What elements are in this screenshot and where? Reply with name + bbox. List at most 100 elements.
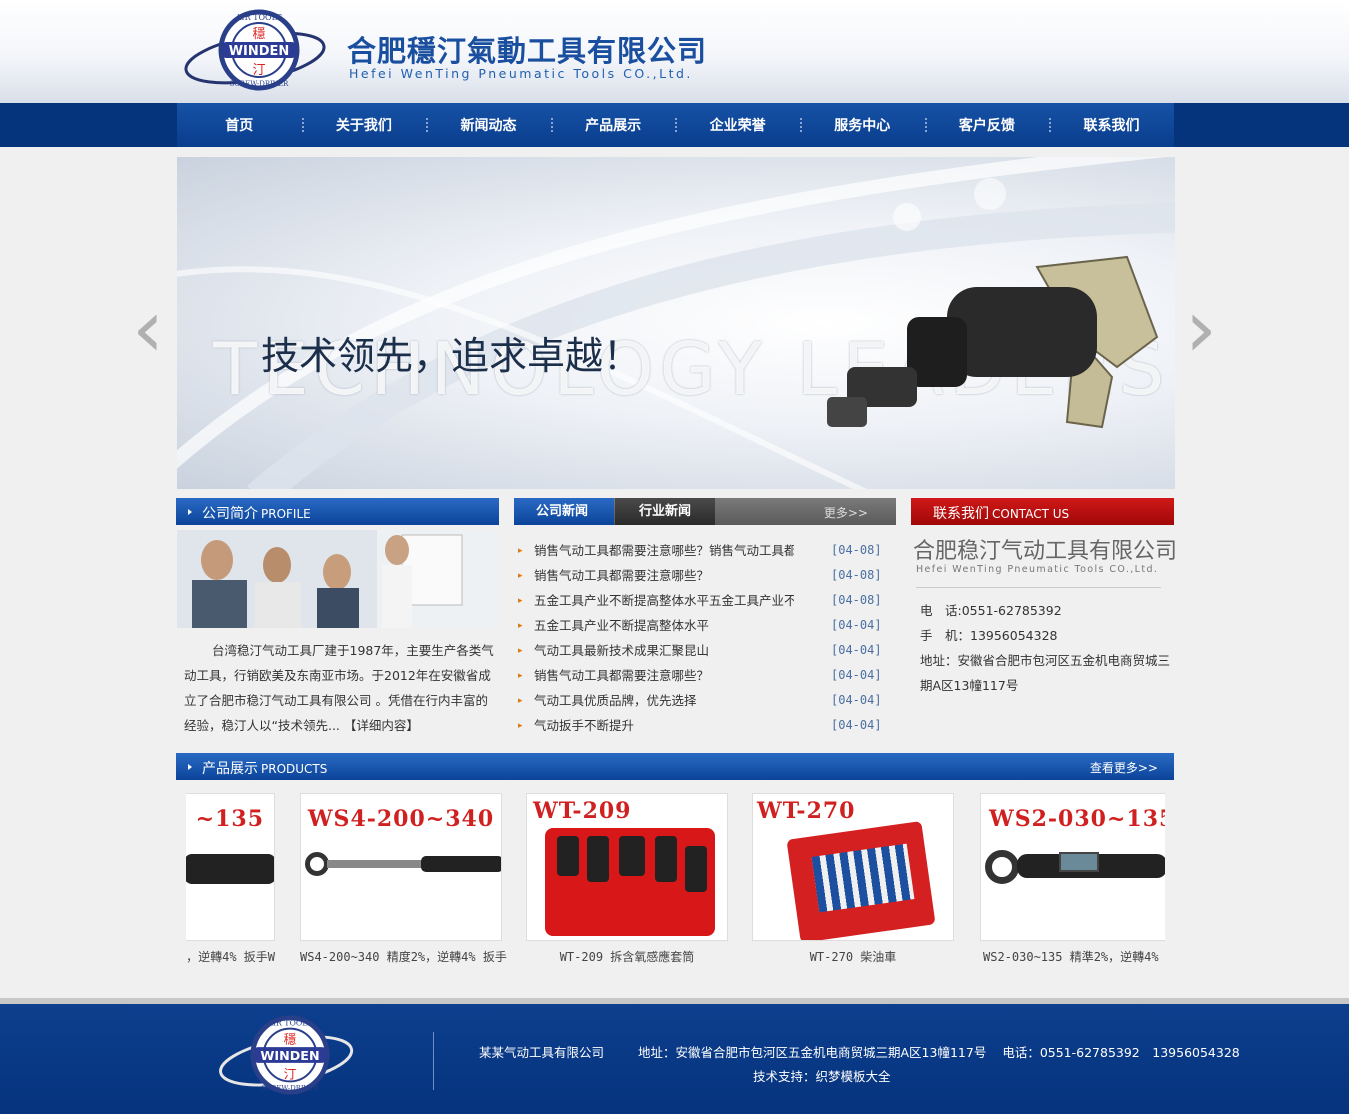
company-logo[interactable]: WINDEN 穩 汀 AIR TOOLS SCREW-DRIVER [183,6,335,94]
profile-text: 台湾稳汀气动工具厂建于1987年，主要生产各类气动工具，行销欧美及东南亚市场。于… [184,638,494,738]
wrench-handle-shape [421,856,501,872]
nav-item-products[interactable]: 产品展示 [550,103,676,147]
footer-support[interactable]: 技术支持：织梦模板大全 [753,1066,891,1085]
news-title[interactable]: 气动工具优质品牌，优先选择 [534,688,794,713]
news-item[interactable]: ▸ 气动工具最新技术成果汇聚昆山 [04-04] [518,638,882,663]
hero-banner[interactable]: TECHNOLOGY LEADERSHIP PURSUIT 技术领先，追求卓越！ [177,157,1175,489]
product-image[interactable]: WT-209 [526,793,728,941]
product-card[interactable]: WT-270 WT-270 柴油車 [752,793,954,965]
socket-shape [587,836,609,882]
news-item[interactable]: ▸ 气动扳手不断提升 [04-04] [518,713,882,738]
profile-more-link[interactable]: 【详细内容】 [344,718,419,733]
profile-summary: 台湾稳汀气动工具厂建于1987年，主要生产各类气动工具，行销欧美及东南亚市场。于… [184,643,494,733]
socket-shape [557,836,579,876]
product-card[interactable]: ~135 ，逆轉4% 扳手W [186,793,275,965]
nav-item-about[interactable]: 关于我们 [301,103,427,147]
svg-text:AIR TOOLS: AIR TOOLS [235,13,283,22]
site-footer: WINDEN 穩 汀 AIR TOOLS SCREW-DRIVER 某某气动工具… [0,1004,1349,1114]
socket-shape [619,836,645,876]
news-title[interactable]: 气动工具最新技术成果汇聚昆山 [534,638,794,663]
company-name-en: Hefei WenTing Pneumatic Tools CO.,Ltd. [349,66,693,81]
office-meeting-illustration [177,530,499,628]
contact-phone: 电 话:0551-62785392 [920,603,1062,618]
nav-item-news[interactable]: 新闻动态 [426,103,551,147]
news-title[interactable]: 销售气动工具都需要注意哪些？ [534,663,794,688]
product-caption[interactable]: WT-270 柴油車 [752,948,954,965]
nav-item-home[interactable]: 首页 [177,103,302,147]
site-header: WINDEN 穩 汀 AIR TOOLS SCREW-DRIVER 合肥穩汀氣動… [0,0,1349,103]
banner-next-arrow[interactable]: › [1183,289,1219,369]
footer-logo[interactable]: WINDEN 穩 汀 AIR TOOLS SCREW-DRIVER [214,1012,366,1098]
product-card[interactable]: WS4-200~340 WS4-200~340 精度2%，逆轉4% 扳手 [300,793,507,965]
svg-text:SCREW-DRIVER: SCREW-DRIVER [261,1084,319,1092]
product-caption[interactable]: WS2-030~135 精準2%，逆轉4% 扳手 [980,948,1165,965]
socket-shape [685,846,707,892]
bullet-arrow-icon: ▸ [518,596,523,606]
svg-text:WINDEN: WINDEN [260,1048,319,1063]
product-caption[interactable]: ，逆轉4% 扳手W [186,948,275,965]
bullet-arrow-icon [188,764,192,770]
news-date: [04-04] [831,718,882,732]
footer-address: 地址：安徽省合肥市包河区五金机电商贸城三期A区13幢117号 [638,1045,987,1060]
svg-text:AIR TOOLS: AIR TOOLS [266,1019,313,1028]
tab-industry-news[interactable]: 行业新闻 [615,498,715,525]
product-image[interactable]: ~135 [186,793,275,941]
product-caption[interactable]: WS4-200~340 精度2%，逆轉4% 扳手 [300,948,507,965]
news-item[interactable]: ▸ 销售气动工具都需要注意哪些？ [04-04] [518,663,882,688]
bullet-arrow-icon: ▸ [518,571,523,581]
contact-title-en: CONTACT US [992,507,1070,521]
product-caption[interactable]: WT-209 拆含氧感應套筒 [526,948,728,965]
product-card[interactable]: WS2-030~135 WS2-030~135 精準2%，逆轉4% 扳手 [980,793,1165,965]
news-title[interactable]: 销售气动工具都需要注意哪些？销售气动工具都 [534,538,794,563]
digital-display-shape [1059,852,1099,872]
svg-text:汀: 汀 [252,63,265,78]
products-carousel: ~135 ，逆轉4% 扳手W WS4-200~340 WS4-200~340 精… [186,793,1165,973]
news-date: [04-04] [831,618,882,632]
product-image[interactable]: WS2-030~135 [980,793,1165,941]
profile-title: 公司简介 [202,506,258,522]
news-title[interactable]: 五金工具产业不断提高整体水平 [534,613,794,638]
contact-section-header: 联系我们 CONTACT US [911,498,1174,525]
socket-shape [655,836,677,882]
profile-section-header: 公司简介 PROFILE [176,498,499,525]
contact-address: 地址：安徽省合肥市包河区五金机电商贸城三期A区13幢117号 [920,653,1171,693]
products-more-link[interactable]: 查看更多>> [1090,759,1158,776]
product-image[interactable]: WS4-200~340 [300,793,502,941]
nav-item-honors[interactable]: 企业荣誉 [675,103,800,147]
footer-info: 某某气动工具有限公司 地址：安徽省合肥市包河区五金机电商贸城三期A区13幢117… [479,1042,1240,1061]
wrench-head-shape [985,850,1019,884]
product-model-label: WT-270 [757,798,856,824]
news-item[interactable]: ▸ 销售气动工具都需要注意哪些？销售气动工具都 [04-08] [518,538,882,563]
news-date: [04-04] [831,668,882,682]
banner-prev-arrow[interactable]: ‹ [130,289,166,369]
contact-info: 电 话:0551-62785392 手 机：13956054328 地址：安徽省… [920,598,1172,698]
contact-mobile: 手 机：13956054328 [920,628,1058,643]
news-date: [04-08] [831,543,882,557]
news-title[interactable]: 销售气动工具都需要注意哪些？ [534,563,794,588]
company-name-cn: 合肥穩汀氣動工具有限公司 [347,34,708,68]
products-title: 产品展示 [202,761,258,777]
news-item[interactable]: ▸ 气动工具优质品牌，优先选择 [04-04] [518,688,882,713]
news-item[interactable]: ▸ 五金工具产业不断提高整体水平五金工具产业不 [04-08] [518,588,882,613]
footer-phone: 电话：0551-62785392 13956054328 [1002,1045,1240,1060]
news-item[interactable]: ▸ 销售气动工具都需要注意哪些？ [04-08] [518,563,882,588]
bullet-arrow-icon: ▸ [518,621,523,631]
nav-item-service[interactable]: 服务中心 [799,103,925,147]
nav-item-contact[interactable]: 联系我们 [1049,103,1174,147]
product-model-label: WT-209 [533,798,632,824]
news-item[interactable]: ▸ 五金工具产业不断提高整体水平 [04-04] [518,613,882,638]
news-title[interactable]: 气动扳手不断提升 [534,713,794,738]
wrench-head-shape [305,852,329,876]
bullet-arrow-icon [188,509,192,515]
bullet-arrow-icon: ▸ [518,646,523,656]
tab-company-news[interactable]: 公司新闻 [514,498,614,525]
svg-text:穩: 穩 [284,1031,297,1046]
nav-item-feedback[interactable]: 客户反馈 [924,103,1050,147]
product-model-label: WS2-030~135 [989,806,1165,832]
svg-text:SCREW-DRIVER: SCREW-DRIVER [230,80,289,88]
news-title[interactable]: 五金工具产业不断提高整体水平五金工具产业不 [534,588,794,613]
news-more-link[interactable]: 更多>> [824,504,868,521]
product-card[interactable]: WT-209 WT-209 拆含氧感應套筒 [526,793,728,965]
contact-company-name: 合肥稳汀气动工具有限公司 [913,539,1178,564]
product-image[interactable]: WT-270 [752,793,954,941]
